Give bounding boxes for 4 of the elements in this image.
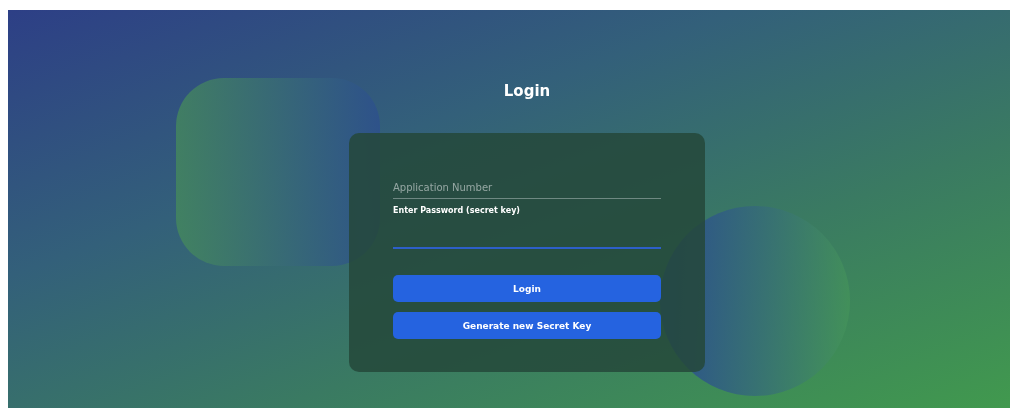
field-label: Enter Password (secret key) — [393, 206, 522, 215]
page-title: Login — [503, 82, 551, 102]
generate-key-button[interactable]: Generate new Secret Key — [393, 312, 661, 339]
login-button[interactable]: Login — [393, 275, 661, 302]
